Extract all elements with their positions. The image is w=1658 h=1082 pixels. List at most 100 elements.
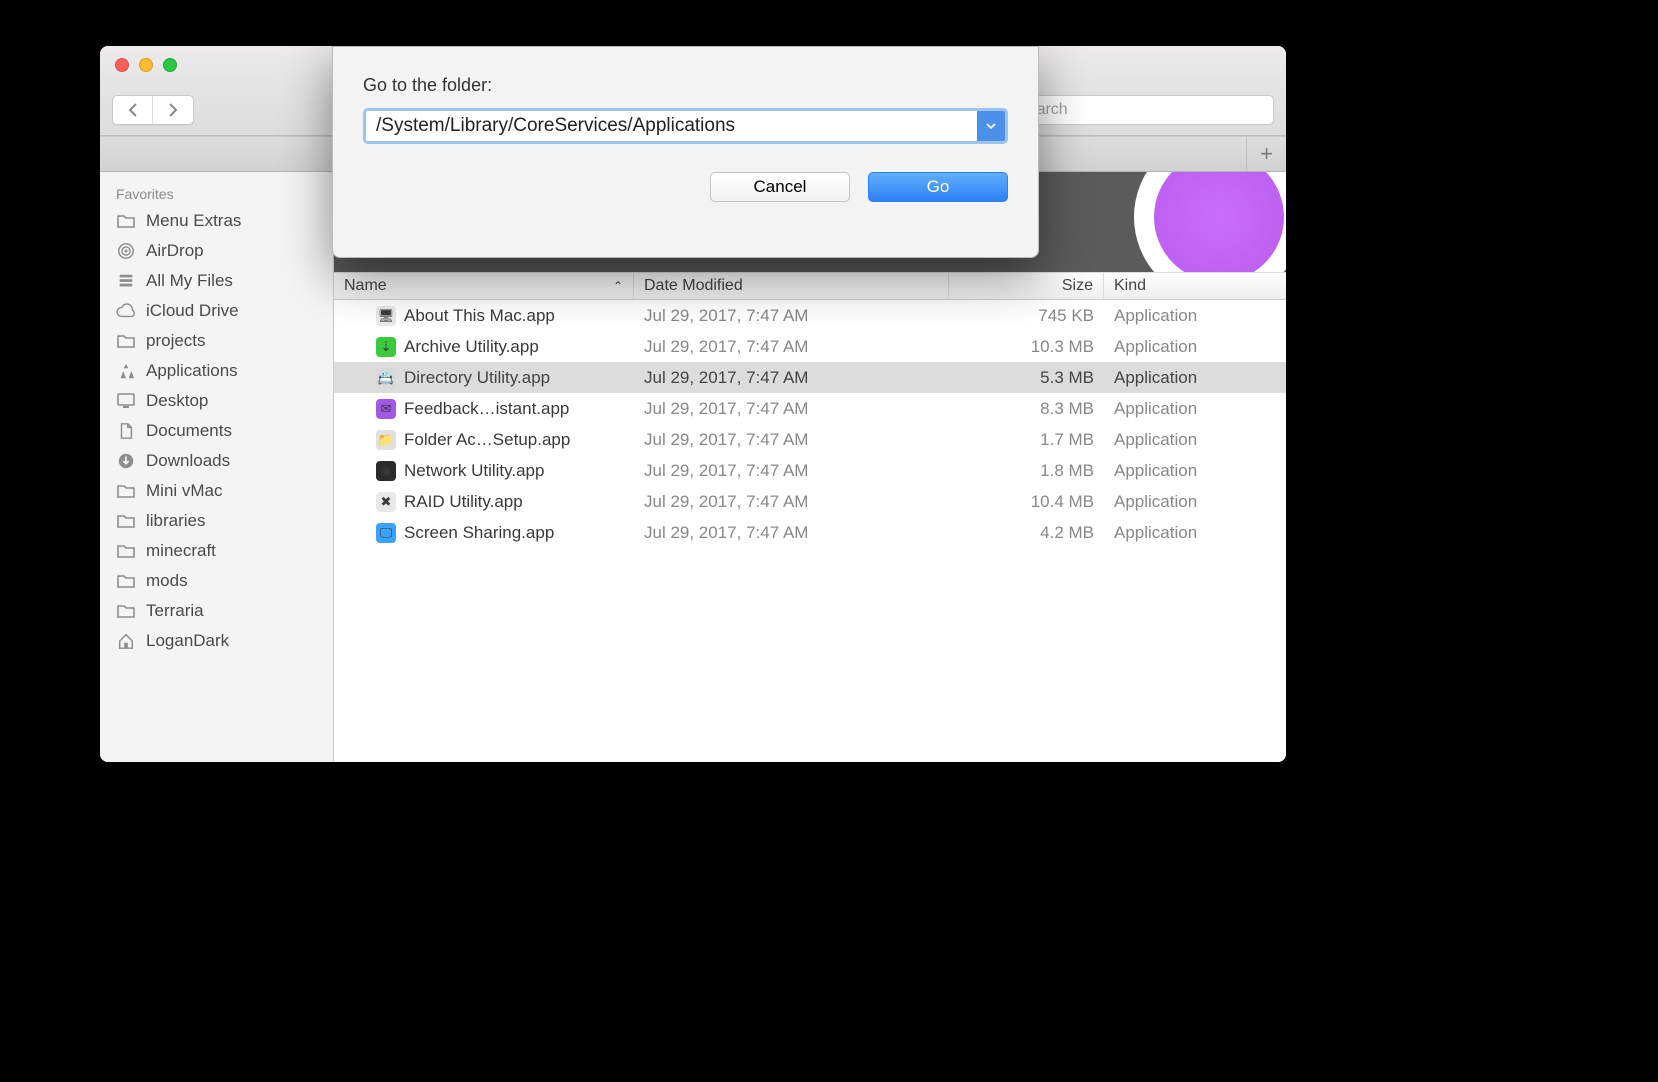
file-name: Screen Sharing.app bbox=[404, 523, 554, 543]
app-icon: ⇣ bbox=[376, 337, 396, 357]
folder-icon bbox=[116, 332, 136, 350]
sidebar-item-projects[interactable]: projects bbox=[100, 326, 333, 356]
sidebar-item-minecraft[interactable]: minecraft bbox=[100, 536, 333, 566]
file-name: Network Utility.app bbox=[404, 461, 544, 481]
finder-window: Applications bbox=[100, 46, 1286, 762]
app-icon: ✉ bbox=[376, 399, 396, 419]
minimize-button[interactable] bbox=[139, 58, 153, 72]
file-name: Folder Ac…Setup.app bbox=[404, 430, 570, 450]
sidebar-item-label: iCloud Drive bbox=[146, 301, 239, 321]
sidebar-item-label: Desktop bbox=[146, 391, 208, 411]
allfiles-icon bbox=[116, 272, 136, 290]
sidebar-item-label: All My Files bbox=[146, 271, 233, 291]
cell-kind: Application bbox=[1104, 492, 1286, 512]
sidebar-item-label: Downloads bbox=[146, 451, 230, 471]
sidebar-item-mini-vmac[interactable]: Mini vMac bbox=[100, 476, 333, 506]
airdrop-icon bbox=[116, 242, 136, 260]
cell-size: 5.3 MB bbox=[949, 368, 1104, 388]
nav-buttons bbox=[112, 95, 194, 125]
sidebar-item-label: libraries bbox=[146, 511, 206, 531]
sidebar-item-menu-extras[interactable]: Menu Extras bbox=[100, 206, 333, 236]
dialog-buttons: Cancel Go bbox=[363, 172, 1008, 202]
folder-icon bbox=[116, 572, 136, 590]
cell-date: Jul 29, 2017, 7:47 AM bbox=[634, 461, 949, 481]
preview-thumb-radar bbox=[1134, 172, 1286, 272]
cell-name: 📇 Directory Utility.app bbox=[334, 368, 634, 388]
column-size[interactable]: Size bbox=[949, 273, 1104, 299]
sidebar-item-documents[interactable]: Documents bbox=[100, 416, 333, 446]
sidebar-item-libraries[interactable]: libraries bbox=[100, 506, 333, 536]
sidebar-item-label: Menu Extras bbox=[146, 211, 241, 231]
sidebar-item-desktop[interactable]: Desktop bbox=[100, 386, 333, 416]
close-button[interactable] bbox=[115, 58, 129, 72]
cell-size: 1.8 MB bbox=[949, 461, 1104, 481]
table-row[interactable]: 🖵 Screen Sharing.app Jul 29, 2017, 7:47 … bbox=[334, 517, 1286, 548]
cell-name: ◉ Network Utility.app bbox=[334, 461, 634, 481]
back-button[interactable] bbox=[113, 96, 153, 124]
sort-indicator-icon: ⌃ bbox=[613, 279, 623, 293]
cell-name: 🖵 Screen Sharing.app bbox=[334, 523, 634, 543]
sidebar-item-label: Applications bbox=[146, 361, 238, 381]
file-name: Feedback…istant.app bbox=[404, 399, 569, 419]
folder-icon bbox=[116, 512, 136, 530]
table-row[interactable]: 📇 Directory Utility.app Jul 29, 2017, 7:… bbox=[334, 362, 1286, 393]
cell-name: 🖥 About This Mac.app bbox=[334, 306, 634, 326]
path-input[interactable] bbox=[366, 111, 977, 141]
sidebar-item-label: Terraria bbox=[146, 601, 204, 621]
dialog-label: Go to the folder: bbox=[363, 75, 1008, 96]
sidebar-item-downloads[interactable]: Downloads bbox=[100, 446, 333, 476]
window-body: Favorites Menu Extras AirDrop All My Files… bbox=[100, 172, 1286, 762]
cell-kind: Application bbox=[1104, 368, 1286, 388]
column-kind[interactable]: Kind bbox=[1104, 273, 1286, 299]
new-tab-button[interactable]: + bbox=[1246, 137, 1286, 171]
cell-date: Jul 29, 2017, 7:47 AM bbox=[634, 492, 949, 512]
apps-icon bbox=[116, 362, 136, 380]
column-name[interactable]: Name⌃ bbox=[334, 273, 634, 299]
sidebar-item-label: mods bbox=[146, 571, 188, 591]
table-row[interactable]: 🖥 About This Mac.app Jul 29, 2017, 7:47 … bbox=[334, 300, 1286, 331]
column-date[interactable]: Date Modified bbox=[634, 273, 949, 299]
cell-name: ⇣ Archive Utility.app bbox=[334, 337, 634, 357]
folder-icon bbox=[116, 482, 136, 500]
zoom-button[interactable] bbox=[163, 58, 177, 72]
path-field-wrap bbox=[363, 108, 1008, 144]
table-row[interactable]: ⇣ Archive Utility.app Jul 29, 2017, 7:47… bbox=[334, 331, 1286, 362]
forward-button[interactable] bbox=[153, 96, 193, 124]
file-list: 🖥 About This Mac.app Jul 29, 2017, 7:47 … bbox=[334, 300, 1286, 548]
sidebar-item-label: LoganDark bbox=[146, 631, 229, 651]
folder-icon bbox=[116, 542, 136, 560]
sidebar-item-all-my-files[interactable]: All My Files bbox=[100, 266, 333, 296]
chevron-down-icon bbox=[986, 123, 996, 129]
cancel-button[interactable]: Cancel bbox=[710, 172, 850, 202]
file-name: RAID Utility.app bbox=[404, 492, 523, 512]
cell-size: 745 KB bbox=[949, 306, 1104, 326]
cell-date: Jul 29, 2017, 7:47 AM bbox=[634, 368, 949, 388]
app-icon: ✖ bbox=[376, 492, 396, 512]
sidebar-item-terraria[interactable]: Terraria bbox=[100, 596, 333, 626]
sidebar-item-label: Documents bbox=[146, 421, 232, 441]
folder-icon bbox=[116, 602, 136, 620]
cell-size: 8.3 MB bbox=[949, 399, 1104, 419]
cell-size: 10.3 MB bbox=[949, 337, 1104, 357]
table-row[interactable]: ◉ Network Utility.app Jul 29, 2017, 7:47… bbox=[334, 455, 1286, 486]
cell-date: Jul 29, 2017, 7:47 AM bbox=[634, 430, 949, 450]
sidebar-item-logandark[interactable]: LoganDark bbox=[100, 626, 333, 656]
folder-icon bbox=[116, 212, 136, 230]
cell-kind: Application bbox=[1104, 306, 1286, 326]
sidebar: Favorites Menu Extras AirDrop All My Files… bbox=[100, 172, 334, 762]
go-button[interactable]: Go bbox=[868, 172, 1008, 202]
documents-icon bbox=[116, 422, 136, 440]
sidebar-item-applications[interactable]: Applications bbox=[100, 356, 333, 386]
file-name: About This Mac.app bbox=[404, 306, 555, 326]
file-name: Directory Utility.app bbox=[404, 368, 550, 388]
sidebar-item-airdrop[interactable]: AirDrop bbox=[100, 236, 333, 266]
sidebar-item-icloud-drive[interactable]: iCloud Drive bbox=[100, 296, 333, 326]
table-row[interactable]: 📁 Folder Ac…Setup.app Jul 29, 2017, 7:47… bbox=[334, 424, 1286, 455]
table-row[interactable]: ✉ Feedback…istant.app Jul 29, 2017, 7:47… bbox=[334, 393, 1286, 424]
path-history-dropdown[interactable] bbox=[977, 111, 1005, 141]
cell-name: ✖ RAID Utility.app bbox=[334, 492, 634, 512]
sidebar-header-favorites: Favorites bbox=[100, 180, 333, 206]
sidebar-item-mods[interactable]: mods bbox=[100, 566, 333, 596]
table-row[interactable]: ✖ RAID Utility.app Jul 29, 2017, 7:47 AM… bbox=[334, 486, 1286, 517]
downloads-icon bbox=[116, 452, 136, 470]
